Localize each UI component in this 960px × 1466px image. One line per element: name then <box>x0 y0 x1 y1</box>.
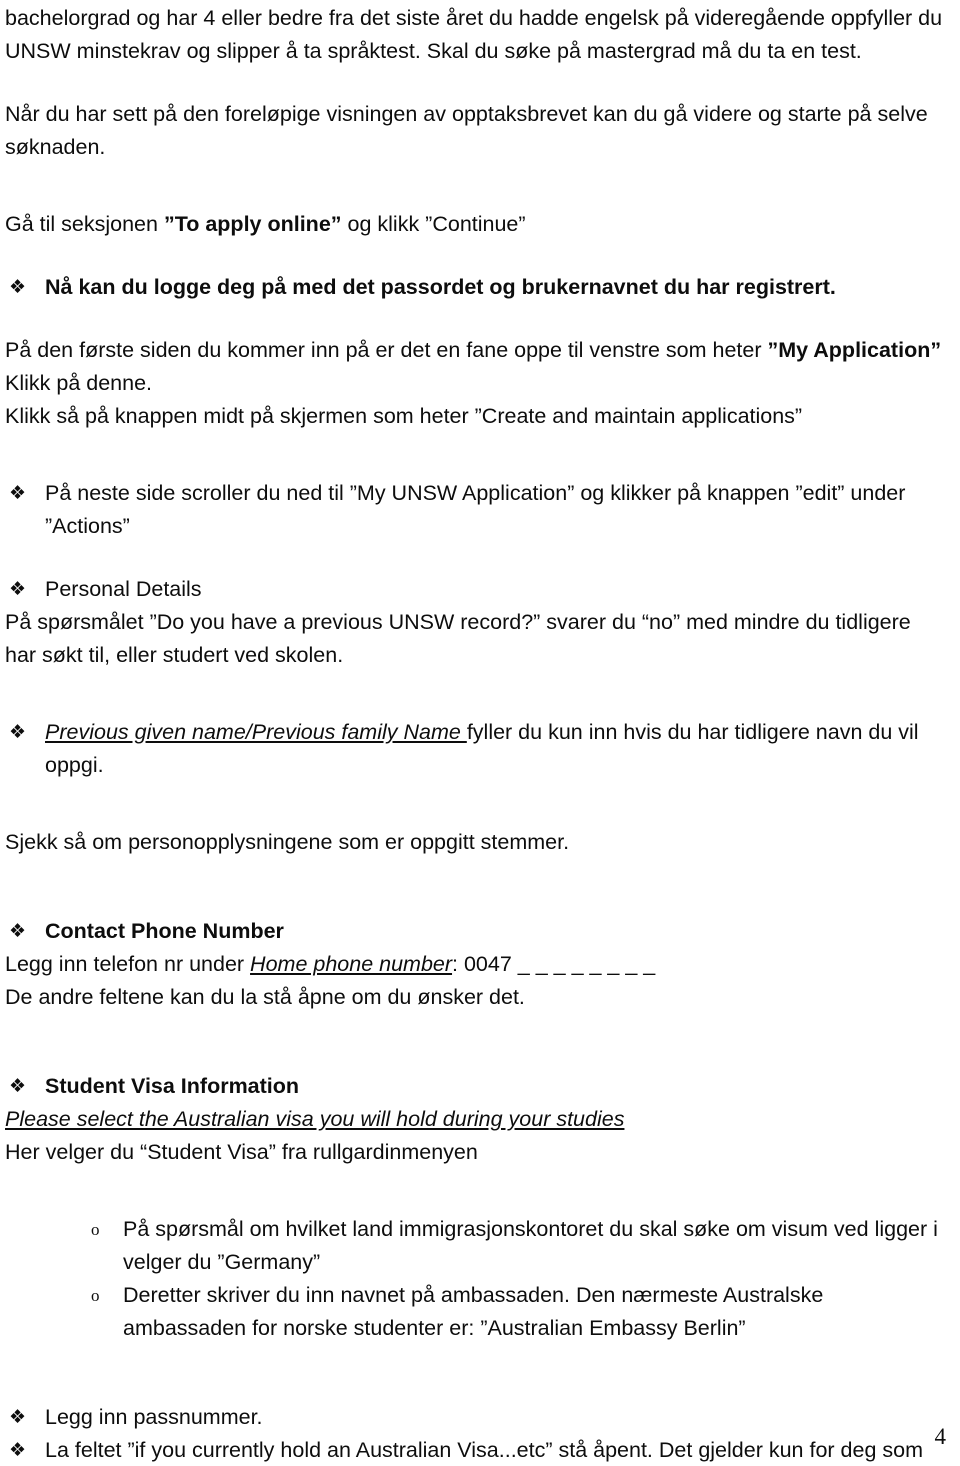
paragraph-intro-2: Når du har sett på den foreløpige visnin… <box>5 102 928 159</box>
bullet-label: Legg inn passnummer. <box>45 1405 263 1429</box>
bullet-label: Contact Phone Number <box>45 919 284 943</box>
previous-name-term: Previous given name/Previous family Name <box>45 720 467 744</box>
paragraph-my-application: På den første siden du kommer inn på er … <box>5 334 945 367</box>
circle-bullet-icon: o <box>91 1286 100 1305</box>
paragraph-my-application-line2: Klikk på denne. <box>5 371 153 395</box>
diamond-bullet-icon: ❖ <box>9 721 27 743</box>
paragraph-other-fields: De andre feltene kan du la stå åpne om d… <box>5 985 525 1009</box>
bullet-item-previous-name: ❖ Previous given name/Previous family Nam… <box>5 716 945 782</box>
bullet-item-passport: ❖ Legg inn passnummer. <box>5 1401 945 1434</box>
sub-bullet-label: Deretter skriver du inn navnet på ambass… <box>123 1283 824 1340</box>
bullet-item-next-page: ❖ På neste side scroller du ned til ”My U… <box>5 477 945 543</box>
diamond-bullet-icon: ❖ <box>9 276 27 298</box>
page-number: 4 <box>934 1424 947 1449</box>
my-application-bold-term: ”My Application” <box>767 338 942 362</box>
phone-prefix: Legg inn telefon nr under <box>5 952 251 976</box>
diamond-bullet-icon: ❖ <box>9 1406 27 1428</box>
bullet-label: Student Visa Information <box>45 1074 300 1098</box>
phone-suffix: : 0047 <box>452 952 518 976</box>
paragraph-apply-online: Gå til seksjonen ”To apply online” og kl… <box>5 208 945 241</box>
bullet-label: Personal Details <box>45 577 202 601</box>
bullet-label: La feltet ”if you currently hold an Aust… <box>45 1438 923 1462</box>
bullet-item-student-visa-information: ❖ Student Visa Information <box>5 1070 945 1103</box>
bullet-item-contact-phone-number: ❖ Contact Phone Number <box>5 915 945 948</box>
apply-online-prefix: Gå til seksjonen <box>5 212 164 236</box>
paragraph-intro-1: bachelorgrad og har 4 eller bedre fra de… <box>5 6 943 63</box>
bullet-label: Nå kan du logge deg på med det passordet… <box>45 275 836 299</box>
bullet-item-login: ❖ Nå kan du logge deg på med det passorde… <box>5 271 945 304</box>
sub-bullet-item-country: o På spørsmål om hvilket land immigrasjon… <box>5 1213 945 1279</box>
paragraph-create-maintain: Klikk så på knappen midt på skjermen som… <box>5 404 803 428</box>
paragraph-check-personal-info: Sjekk så om personopplysningene som er o… <box>5 830 570 854</box>
diamond-bullet-icon: ❖ <box>9 1439 27 1461</box>
my-application-prefix: På den første siden du kommer inn på er … <box>5 338 768 362</box>
diamond-bullet-icon: ❖ <box>9 920 27 942</box>
circle-bullet-icon: o <box>91 1220 100 1239</box>
bullet-label: På neste side scroller du ned til ”My UN… <box>45 481 906 538</box>
phone-blanks: _ _ _ _ _ _ _ _ <box>517 952 656 976</box>
sub-bullet-item-embassy: o Deretter skriver du inn navnet på ambas… <box>5 1279 945 1345</box>
home-phone-number-term: Home phone number <box>250 952 453 976</box>
apply-online-bold-term: ”To apply online” <box>163 212 342 236</box>
paragraph-visa-select: Her velger du “Student Visa” fra rullgar… <box>5 1140 478 1164</box>
apply-online-suffix: og klikk ”Continue” <box>341 212 526 236</box>
paragraph-previous-record: På spørsmålet ”Do you have a previous UN… <box>5 610 911 667</box>
bullet-item-visa-field: ❖ La feltet ”if you currently hold an Aus… <box>5 1434 945 1466</box>
bullet-item-personal-details: ❖ Personal Details <box>5 573 945 606</box>
diamond-bullet-icon: ❖ <box>9 578 27 600</box>
page-content: bachelorgrad og har 4 eller bedre fra de… <box>5 2 945 1466</box>
document-page: bachelorgrad og har 4 eller bedre fra de… <box>0 0 960 1466</box>
paragraph-visa-instruction: Please select the Australian visa you wi… <box>5 1107 625 1131</box>
paragraph-phone-line: Legg inn telefon nr under Home phone num… <box>5 948 945 981</box>
diamond-bullet-icon: ❖ <box>9 482 27 504</box>
sub-bullet-label: På spørsmål om hvilket land immigrasjons… <box>123 1217 938 1274</box>
diamond-bullet-icon: ❖ <box>9 1075 27 1097</box>
